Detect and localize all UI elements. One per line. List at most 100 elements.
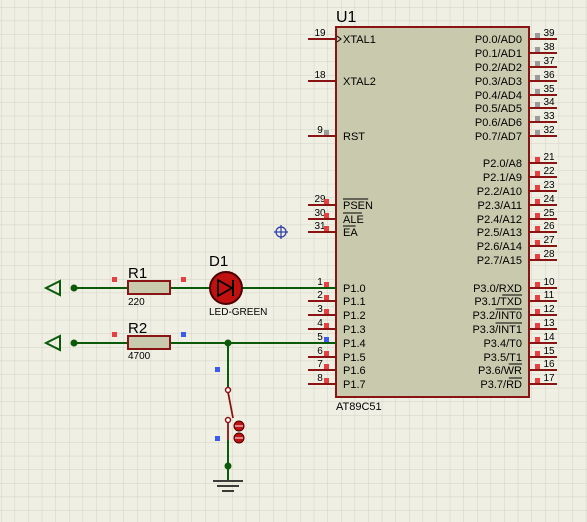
pin-name: P3.1/TXD (474, 296, 522, 308)
pin-marker (535, 171, 540, 176)
resistor-body[interactable] (127, 280, 171, 295)
pin-name: XTAL1 (343, 34, 376, 46)
pin-number: 34 (543, 97, 555, 108)
pin-marker (324, 337, 329, 342)
pin-marker (535, 157, 540, 162)
pin-name: RST (343, 131, 365, 143)
pin-number: 21 (543, 152, 555, 163)
pin-number: 6 (317, 346, 323, 357)
pin-marker (181, 332, 186, 337)
pin-number: 9 (317, 125, 323, 136)
pin-marker (215, 436, 220, 441)
pin-name: P0.4/AD4 (475, 90, 522, 102)
pin-name: PSEN (343, 200, 373, 212)
pin-number: 5 (317, 332, 323, 343)
pin-marker (535, 130, 540, 135)
pin-name: P3.4/T0 (483, 338, 522, 350)
pin-number: 33 (543, 111, 555, 122)
pin-name: P0.0/AD0 (475, 34, 522, 46)
pin-number: 3 (317, 304, 323, 315)
pin-number: 26 (543, 221, 555, 232)
pin-marker (324, 364, 329, 369)
pin-marker (535, 309, 540, 314)
pin-marker (324, 226, 329, 231)
pin-marker (324, 282, 329, 287)
pin-marker (324, 323, 329, 328)
schematic-canvas[interactable]: U1 AT89C51 19XTAL118XTAL29RST29PSEN30ALE… (0, 0, 587, 522)
pin-marker (535, 185, 540, 190)
chip-part-number: AT89C51 (336, 401, 382, 413)
pin-name: P2.4/A12 (477, 214, 522, 226)
pin-name: P2.0/A8 (483, 158, 522, 170)
led-designator: D1 (209, 253, 228, 270)
pin-marker (535, 61, 540, 66)
resistor-value: 220 (128, 297, 145, 308)
pin-name: P2.7/A15 (477, 255, 522, 267)
pin-marker (535, 116, 540, 121)
switch-contact (224, 386, 232, 394)
pin-name: XTAL2 (343, 76, 376, 88)
pin-number: 15 (543, 346, 555, 357)
pin-name: P2.3/A11 (478, 200, 522, 212)
pin-name: P0.5/AD5 (475, 103, 522, 115)
junction-dot (70, 284, 78, 292)
pin-marker (535, 351, 540, 356)
junction-dot (224, 339, 232, 347)
pin-name: P0.1/AD1 (475, 48, 522, 60)
pin-name: EA (343, 227, 358, 239)
pin-number: 23 (543, 180, 555, 191)
pin-marker (112, 332, 117, 337)
pin-name: ALE (343, 214, 364, 226)
pin-number: 38 (543, 42, 555, 53)
pin-marker (215, 367, 220, 372)
pin-marker (535, 213, 540, 218)
pin-number: 13 (543, 318, 555, 329)
resistor-designator: R1 (128, 265, 147, 282)
pin-marker (535, 254, 540, 259)
pin-number: 2 (317, 290, 323, 301)
pin-name: P1.3 (343, 324, 366, 336)
pin-marker (535, 337, 540, 342)
pin-name: P0.2/AD2 (475, 62, 522, 74)
pin-marker (324, 213, 329, 218)
pin-marker (181, 277, 186, 282)
pin-number: 16 (543, 359, 555, 370)
pin-number: 39 (543, 28, 555, 39)
pin-name: P3.0/RXD (473, 283, 522, 295)
pin-name: P1.5 (343, 352, 366, 364)
pin-name: P0.7/AD7 (475, 131, 522, 143)
microcontroller-u1[interactable]: U1 AT89C51 19XTAL118XTAL29RST29PSEN30ALE… (308, 9, 557, 413)
pin-name: P3.2/INT0 (472, 310, 522, 322)
pin-name: P3.7/RD (480, 379, 522, 391)
pin-number: 35 (543, 84, 555, 95)
switch-contact (224, 416, 232, 424)
pin-marker (535, 364, 540, 369)
pin-number: 25 (543, 208, 555, 219)
pin-name: P1.4 (343, 338, 366, 350)
resistor-value: 4700 (128, 351, 151, 362)
pin-marker (112, 277, 117, 282)
pin-marker (535, 240, 540, 245)
pin-number: 27 (543, 235, 555, 246)
led-body[interactable] (209, 271, 243, 305)
pin-marker (535, 323, 540, 328)
pin-marker (324, 351, 329, 356)
junction-dot (70, 339, 78, 347)
pin-marker (324, 378, 329, 383)
pin-marker (535, 199, 540, 204)
pin-number: 24 (543, 194, 555, 205)
pin-marker (324, 295, 329, 300)
pin-marker (535, 378, 540, 383)
pin-number: 4 (317, 318, 323, 329)
junction-dot (224, 462, 232, 470)
pin-name: P0.6/AD6 (475, 117, 522, 129)
pin-marker (535, 295, 540, 300)
pin-marker (535, 282, 540, 287)
pin-marker (535, 75, 540, 80)
pin-name: P3.5/T1 (483, 352, 522, 364)
pin-marker (324, 199, 329, 204)
pin-number: 32 (543, 125, 555, 136)
pin-name: P1.1 (343, 296, 366, 308)
pin-marker (324, 130, 329, 135)
resistor-body[interactable] (127, 335, 171, 350)
